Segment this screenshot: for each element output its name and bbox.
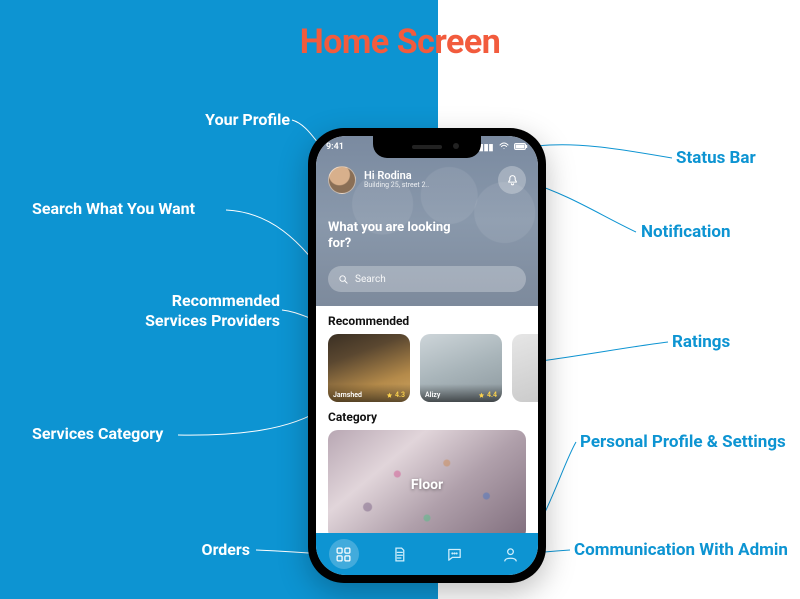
page-title: Home Screen: [0, 22, 800, 62]
tab-home[interactable]: [329, 539, 359, 569]
app-screen: 9:41 ▮▮▮▮ Hi Rodina: [316, 136, 538, 575]
search-placeholder: Search: [355, 274, 386, 285]
callout-category: Services Category: [32, 424, 163, 443]
callout-profile: Your Profile: [100, 110, 290, 129]
callout-recommended-line2: Services Providers: [145, 311, 280, 330]
callout-statusbar: Status Bar: [676, 148, 756, 168]
wifi-icon: [499, 142, 509, 153]
bell-icon: [506, 174, 519, 187]
provider-name: Jamshed: [333, 391, 362, 399]
callout-settings: Personal Profile & Settings: [580, 432, 786, 452]
profile-row[interactable]: Hi Rodina Building 25, street 2..: [328, 166, 526, 194]
recommended-title: Recommended: [328, 314, 526, 328]
callout-recommended-line1: Recommended: [172, 291, 280, 310]
category-section: Category Floor: [316, 402, 538, 540]
phone-notch: [373, 136, 481, 158]
recommended-card[interactable]: Alizy 4.4: [420, 334, 502, 402]
provider-name: Alizy: [425, 391, 440, 399]
phone-mockup: 9:41 ▮▮▮▮ Hi Rodina: [308, 128, 546, 583]
battery-icon: [514, 143, 528, 153]
tab-orders[interactable]: [384, 539, 414, 569]
category-title: Category: [328, 410, 526, 424]
star-icon: [386, 392, 393, 399]
search-icon: [338, 274, 349, 285]
greeting-address: Building 25, street 2..: [364, 182, 498, 190]
grid-icon: [335, 546, 352, 563]
callout-ratings: Ratings: [672, 332, 730, 352]
search-input[interactable]: Search: [328, 266, 526, 292]
tab-chat[interactable]: [440, 539, 470, 569]
recommended-row[interactable]: Jamshed 4.3 Alizy 4.4: [328, 334, 526, 402]
hero-header: 9:41 ▮▮▮▮ Hi Rodina: [316, 136, 538, 306]
callout-notification: Notification: [641, 222, 731, 242]
design-spec-slide: Home Screen Your Profile Search What You…: [0, 0, 800, 599]
greeting-name: Hi Rodina: [364, 170, 498, 182]
user-icon: [502, 546, 519, 563]
category-card[interactable]: Floor: [328, 430, 526, 540]
chat-icon: [446, 546, 463, 563]
notification-button[interactable]: [498, 166, 526, 194]
recommended-card[interactable]: Jamshed 4.3: [328, 334, 410, 402]
avatar[interactable]: [328, 166, 356, 194]
tab-profile[interactable]: [495, 539, 525, 569]
callout-search: Search What You Want: [32, 199, 195, 218]
provider-rating: 4.4: [478, 391, 497, 399]
callout-orders: Orders: [120, 540, 250, 559]
category-label: Floor: [411, 477, 443, 493]
provider-rating: 4.3: [386, 391, 405, 399]
callout-recommended: Recommended Services Providers: [60, 291, 280, 331]
hero-prompt: What you are looking for?: [328, 220, 458, 251]
greeting-block: Hi Rodina Building 25, street 2..: [364, 170, 498, 190]
document-icon: [391, 546, 408, 563]
star-icon: [478, 392, 485, 399]
bottom-tab-bar: [316, 533, 538, 575]
recommended-section: Recommended Jamshed 4.3 Aliz: [316, 306, 538, 402]
recommended-card[interactable]: [512, 334, 538, 402]
status-time: 9:41: [326, 142, 344, 152]
callout-comm: Communication With Admin: [574, 540, 788, 560]
